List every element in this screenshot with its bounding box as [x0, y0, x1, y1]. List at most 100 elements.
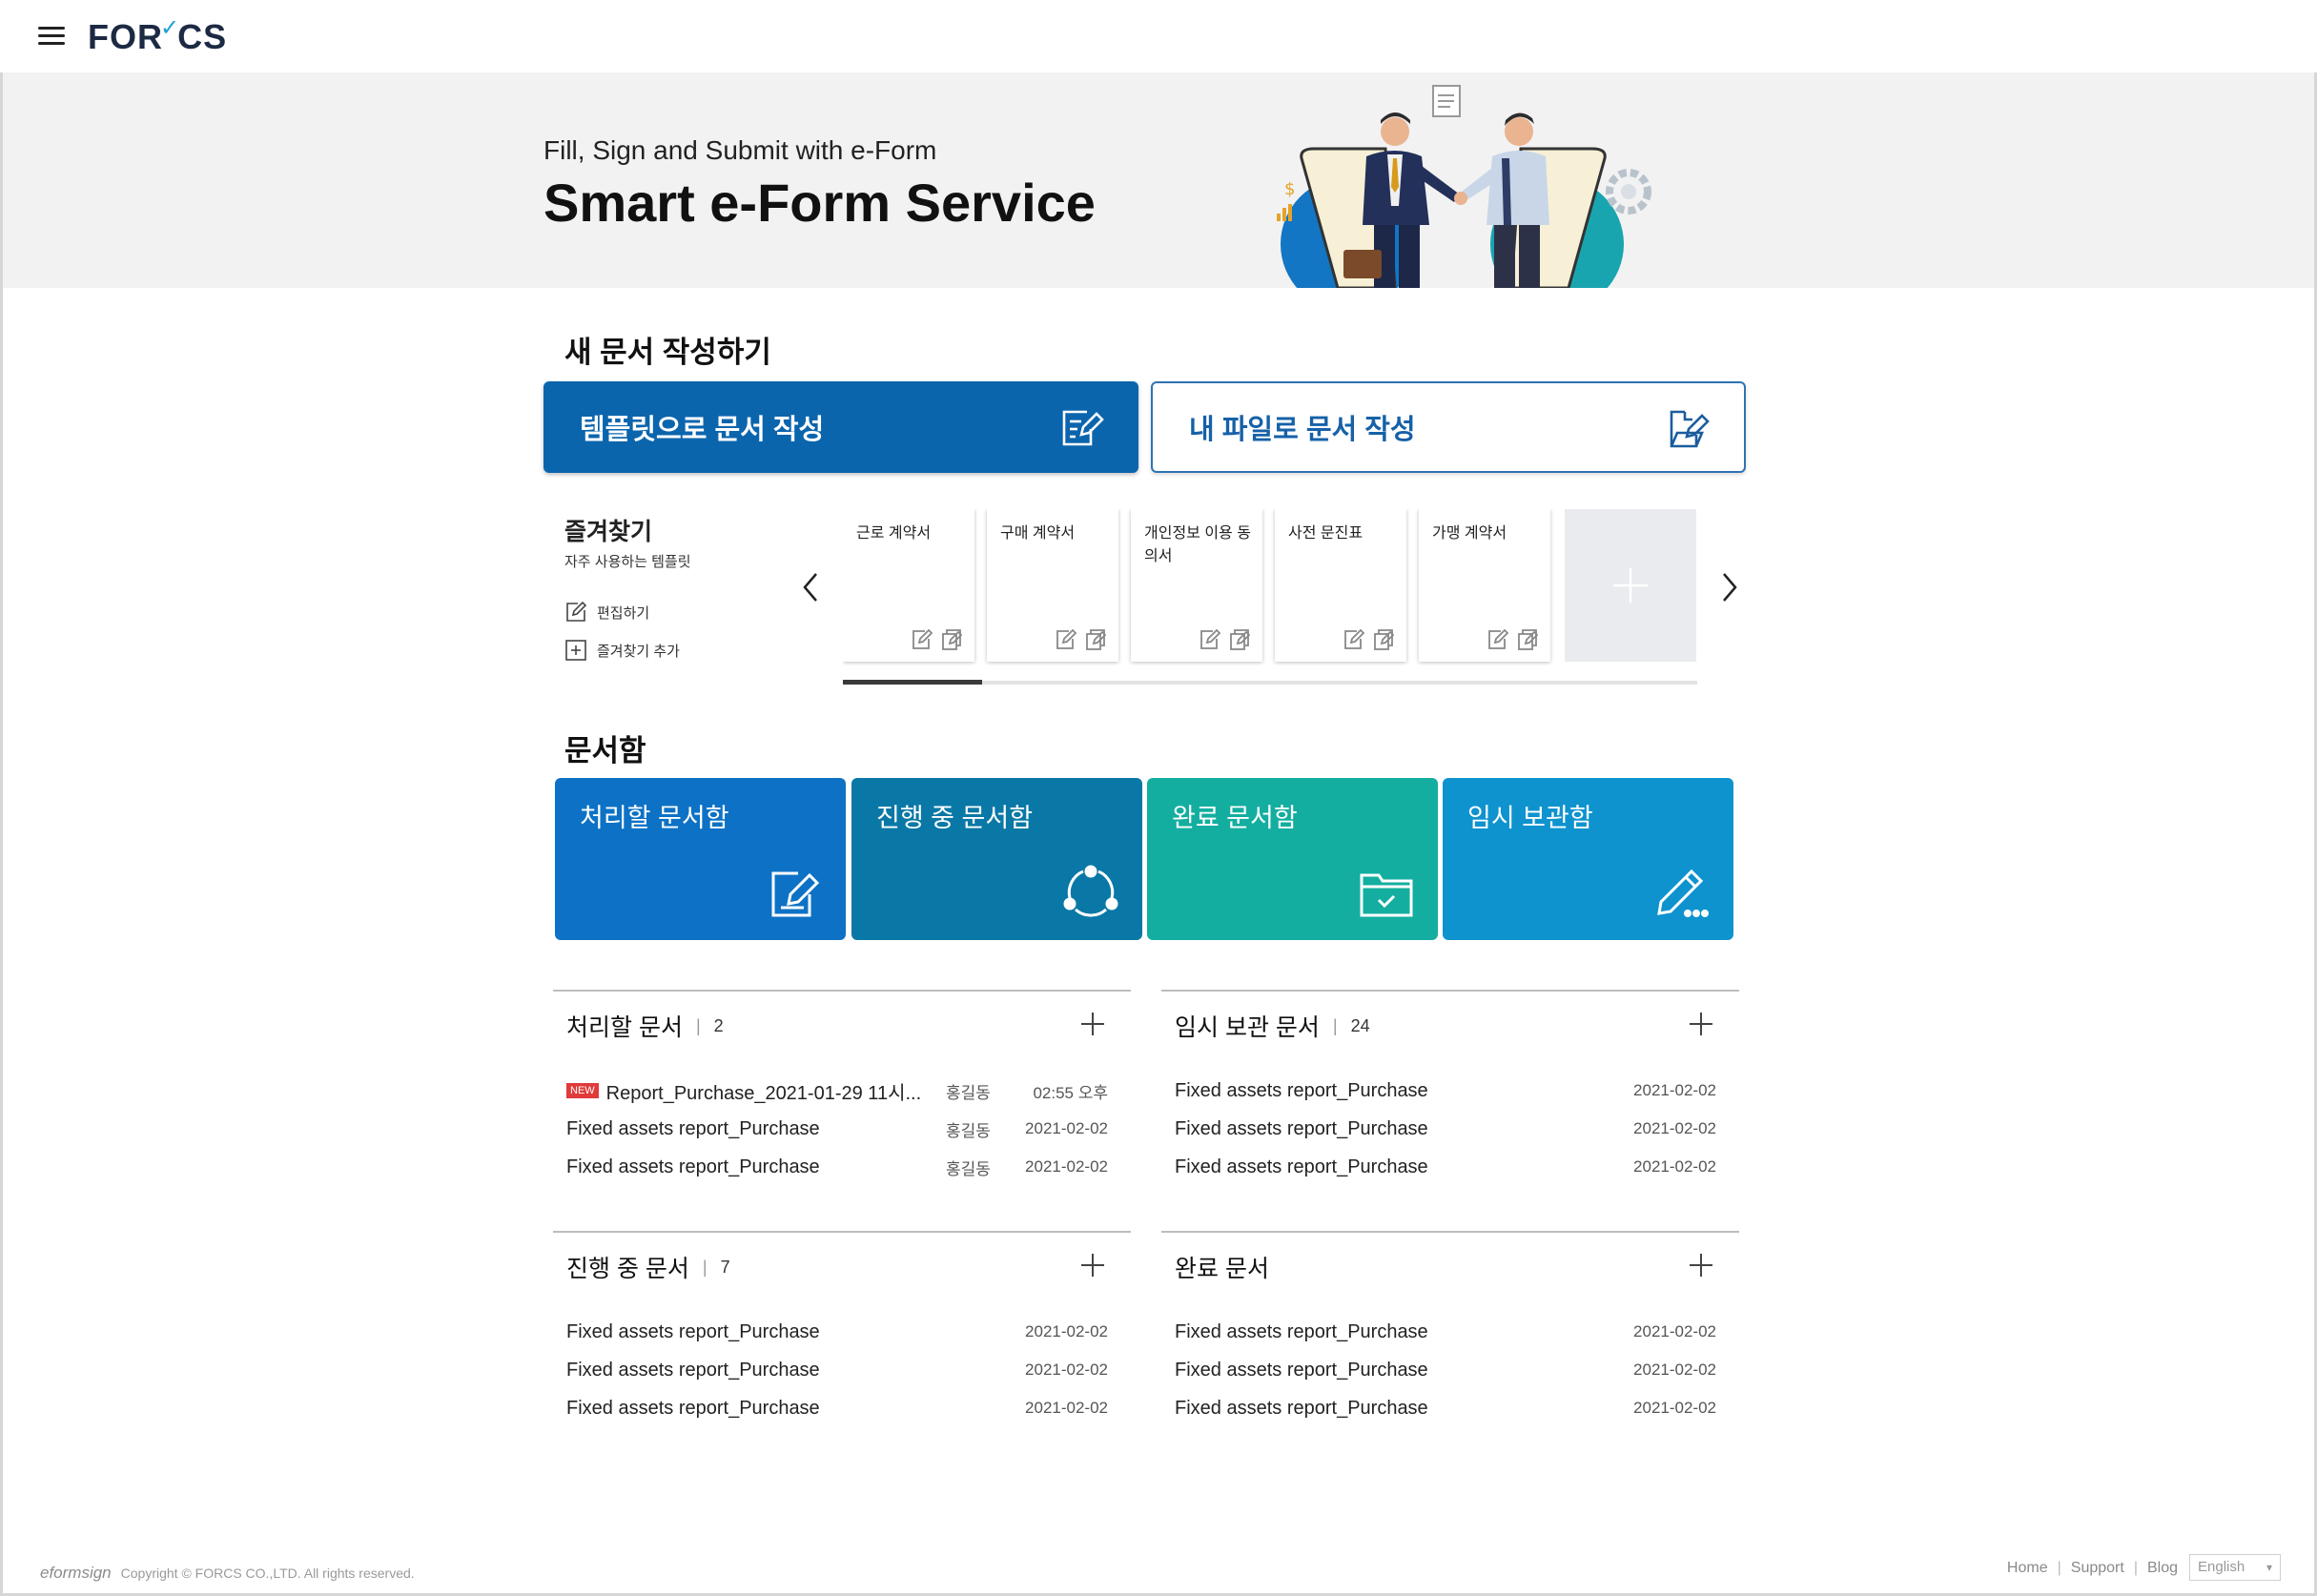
- favorites-add-label: 즐겨찾기 추가: [597, 643, 680, 660]
- in-progress-documents-title[interactable]: 진행 중 문서: [566, 1250, 689, 1284]
- document-date: 2021-02-02: [1633, 1119, 1716, 1137]
- document-title: Fixed assets report_Purchase: [1175, 1359, 1428, 1381]
- edit-icon[interactable]: [1486, 627, 1510, 652]
- document-row[interactable]: Fixed assets report_Purchase 2021-02-02: [1175, 1074, 1716, 1108]
- document-title: Fixed assets report_Purchase: [1175, 1397, 1428, 1419]
- completed-box-tile[interactable]: 완료 문서함: [1147, 778, 1438, 940]
- document-row[interactable]: Fixed assets report_Purchase 2021-02-02: [1175, 1112, 1716, 1146]
- document-date: 2021-02-02: [1633, 1399, 1716, 1417]
- favorite-card[interactable]: 구매 계약서: [987, 509, 1118, 662]
- create-from-template-label: 템플릿으로 문서 작성: [580, 415, 825, 445]
- document-title: Fixed assets report_Purchase: [566, 1117, 820, 1139]
- in-progress-box-tile[interactable]: 진행 중 문서함: [851, 778, 1142, 940]
- document-box-section-title: 문서함: [564, 734, 646, 767]
- copy-document-icon[interactable]: [1516, 627, 1541, 652]
- favorites-add-button[interactable]: 즐겨찾기 추가: [564, 639, 680, 662]
- more-plus-icon[interactable]: [1079, 1011, 1106, 1037]
- document-title: Fixed assets report_Purchase: [566, 1320, 820, 1342]
- document-row[interactable]: Fixed assets report_Purchase 2021-02-02: [566, 1353, 1108, 1387]
- document-row[interactable]: Fixed assets report_Purchase 2021-02-02: [1175, 1391, 1716, 1425]
- document-date: 2021-02-02: [1633, 1157, 1716, 1176]
- separator: |: [2133, 1560, 2138, 1576]
- separator: |: [1332, 1015, 1338, 1035]
- favorite-card[interactable]: 사전 문진표: [1275, 509, 1406, 662]
- document-row[interactable]: Fixed assets report_Purchase 2021-02-02: [1175, 1315, 1716, 1349]
- create-from-template-button[interactable]: 템플릿으로 문서 작성: [543, 381, 1138, 473]
- document-title: Fixed assets report_Purchase: [566, 1156, 820, 1177]
- document-title: Fixed assets report_Purchase: [1175, 1117, 1428, 1139]
- todo-documents-panel: 처리할 문서 | 2 NEW Report_Purchase_2021-01-2…: [553, 990, 1131, 1218]
- add-favorite-card[interactable]: [1565, 509, 1696, 662]
- carousel-prev-icon[interactable]: [799, 568, 822, 606]
- copy-document-icon[interactable]: [940, 627, 965, 652]
- footer-copyright: eformsign Copyright © FORCS CO.,LTD. All…: [40, 1564, 415, 1583]
- edit-icon[interactable]: [1054, 627, 1078, 652]
- edit-icon[interactable]: [1342, 627, 1366, 652]
- carousel-next-icon[interactable]: [1718, 568, 1741, 606]
- footer-link-blog[interactable]: Blog: [2147, 1560, 2178, 1577]
- document-row[interactable]: Fixed assets report_Purchase 홍길동 2021-02…: [566, 1150, 1108, 1184]
- workflow-cycle-icon: [1063, 865, 1118, 917]
- plus-icon: [1613, 568, 1648, 603]
- completed-documents-title[interactable]: 완료 문서: [1175, 1250, 1269, 1284]
- folder-check-icon: [1360, 873, 1413, 917]
- todo-documents-title[interactable]: 처리할 문서: [566, 1009, 683, 1043]
- forcs-logo[interactable]: FOR✓CS: [88, 15, 227, 57]
- document-title: Fixed assets report_Purchase: [566, 1359, 820, 1381]
- temp-storage-box-tile[interactable]: 임시 보관함: [1443, 778, 1733, 940]
- draft-documents-count: 24: [1350, 1015, 1370, 1035]
- document-row[interactable]: Fixed assets report_Purchase 2021-02-02: [566, 1315, 1108, 1349]
- document-title: Fixed assets report_Purchase: [1175, 1320, 1428, 1342]
- top-bar: FOR✓CS: [0, 0, 2317, 72]
- hamburger-menu-icon[interactable]: [38, 25, 65, 48]
- draft-documents-header: 임시 보관 문서 | 24: [1175, 1009, 1370, 1043]
- document-edit-icon: [771, 871, 820, 917]
- document-date: 2021-02-02: [1633, 1361, 1716, 1379]
- separator: |: [2057, 1560, 2061, 1576]
- footer-links: Home | Support | Blog: [2007, 1560, 2178, 1577]
- edit-icon[interactable]: [910, 627, 934, 652]
- completed-documents-header: 완료 문서: [1175, 1250, 1269, 1284]
- document-user: 홍길동: [946, 1121, 991, 1140]
- add-box-icon: [565, 640, 586, 661]
- copy-document-icon[interactable]: [1372, 627, 1397, 652]
- file-edit-icon: [1670, 410, 1710, 448]
- favorites-edit-button[interactable]: 편집하기: [564, 601, 649, 624]
- more-plus-icon[interactable]: [1688, 1252, 1714, 1279]
- footer-link-support[interactable]: Support: [2071, 1560, 2124, 1577]
- document-row[interactable]: Fixed assets report_Purchase 홍길동 2021-02…: [566, 1112, 1108, 1146]
- favorite-card-name: 구매 계약서: [1000, 525, 1076, 542]
- document-date: 02:55 오후: [1033, 1083, 1108, 1102]
- hero-banner: Fill, Sign and Submit with e-Form Smart …: [3, 72, 2314, 288]
- draft-documents-title[interactable]: 임시 보관 문서: [1175, 1009, 1320, 1043]
- copy-document-icon[interactable]: [1228, 627, 1253, 652]
- favorite-card[interactable]: 근로 계약서: [843, 509, 974, 662]
- in-progress-documents-header: 진행 중 문서 | 7: [566, 1250, 730, 1284]
- copy-document-icon[interactable]: [1084, 627, 1109, 652]
- favorite-card-name: 근로 계약서: [856, 525, 932, 542]
- document-row[interactable]: NEW Report_Purchase_2021-01-29 11시... 홍길…: [566, 1074, 1108, 1108]
- draft-documents-panel: 임시 보관 문서 | 24 Fixed assets report_Purcha…: [1161, 990, 1739, 1218]
- more-plus-icon[interactable]: [1688, 1011, 1714, 1037]
- in-progress-documents-panel: 진행 중 문서 | 7 Fixed assets report_Purchase…: [553, 1231, 1131, 1460]
- document-row[interactable]: Fixed assets report_Purchase 2021-02-02: [1175, 1353, 1716, 1387]
- create-from-file-label: 내 파일로 문서 작성: [1189, 415, 1416, 445]
- todo-documents-header: 처리할 문서 | 2: [566, 1009, 724, 1043]
- document-row[interactable]: Fixed assets report_Purchase 2021-02-02: [566, 1391, 1108, 1425]
- document-date: 2021-02-02: [1025, 1322, 1108, 1340]
- todo-box-tile[interactable]: 처리할 문서함: [555, 778, 846, 940]
- favorite-card[interactable]: 개인정보 이용 동의서: [1131, 509, 1262, 662]
- edit-icon[interactable]: [1198, 627, 1222, 652]
- completed-documents-panel: 완료 문서 Fixed assets report_Purchase 2021-…: [1161, 1231, 1739, 1460]
- document-title: Fixed assets report_Purchase: [566, 1397, 820, 1419]
- footer-link-home[interactable]: Home: [2007, 1560, 2048, 1577]
- carousel-scroll-thumb[interactable]: [843, 680, 982, 685]
- language-select[interactable]: English ▾: [2189, 1554, 2281, 1581]
- more-plus-icon[interactable]: [1079, 1252, 1106, 1279]
- todo-documents-count: 2: [713, 1015, 724, 1035]
- create-from-file-button[interactable]: 내 파일로 문서 작성: [1151, 381, 1746, 473]
- in-progress-documents-count: 7: [720, 1257, 730, 1277]
- pencil-draft-icon: [1657, 869, 1709, 917]
- document-row[interactable]: Fixed assets report_Purchase 2021-02-02: [1175, 1150, 1716, 1184]
- favorite-card[interactable]: 가맹 계약서: [1419, 509, 1550, 662]
